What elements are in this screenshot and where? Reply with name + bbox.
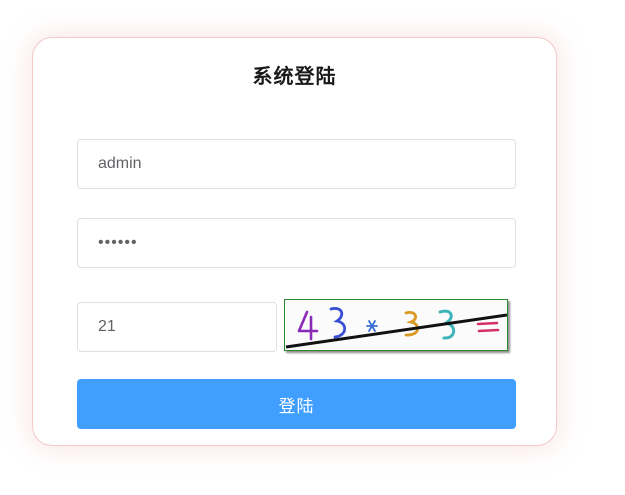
username-field[interactable] xyxy=(77,139,516,189)
captcha-drawing xyxy=(285,307,507,349)
captcha-input[interactable] xyxy=(77,302,277,352)
captcha-image[interactable] xyxy=(284,299,508,351)
page-title: 系统登陆 xyxy=(252,64,337,88)
password-field[interactable] xyxy=(77,218,516,268)
login-card: 系统登陆 登陆 xyxy=(32,37,557,446)
login-button[interactable]: 登陆 xyxy=(77,379,516,429)
